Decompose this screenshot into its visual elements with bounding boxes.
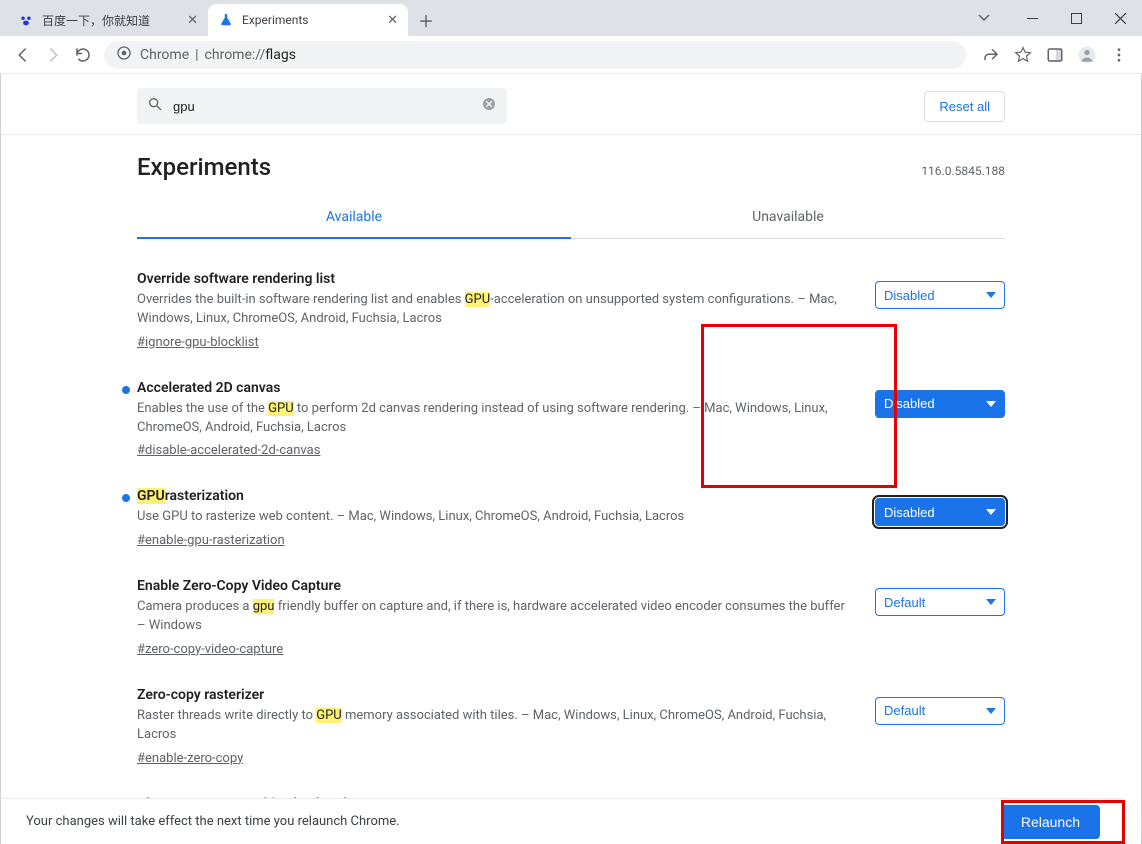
search-icon bbox=[147, 96, 163, 116]
page-title: Experiments bbox=[137, 153, 271, 181]
address-bar[interactable]: Chrome | chrome://flags bbox=[104, 41, 966, 69]
experiment-select[interactable]: Disabled bbox=[875, 390, 1005, 418]
experiment-select[interactable]: Default bbox=[875, 697, 1005, 725]
relaunch-button[interactable]: Relaunch bbox=[1001, 805, 1100, 839]
modified-dot-icon bbox=[122, 494, 130, 502]
url-path: flags bbox=[265, 47, 296, 63]
experiment-title: Override software rendering list bbox=[137, 271, 851, 287]
experiment-control: Default bbox=[875, 687, 1005, 725]
clear-search-icon[interactable] bbox=[481, 96, 497, 116]
reset-all-button[interactable]: Reset all bbox=[924, 91, 1005, 122]
experiment-title: Zero-copy rasterizer bbox=[137, 687, 851, 703]
window-titlebar: 百度一下，你就知道 ✕ Experiments ✕ ＋ bbox=[0, 0, 1142, 36]
experiment-title: Accelerated 2D canvas bbox=[137, 380, 851, 396]
experiment-tabs: Available Unavailable bbox=[137, 197, 1005, 239]
page-content: Reset all Experiments 116.0.5845.188 Ava… bbox=[0, 74, 1142, 844]
experiment-row: GPU rasterization Use GPU to rasterize we… bbox=[137, 476, 1005, 566]
experiment-control: Disabled bbox=[875, 488, 1005, 526]
experiment-row: Override software rendering list Override… bbox=[137, 259, 1005, 368]
experiment-hash-link[interactable]: #enable-gpu-rasterization bbox=[137, 533, 285, 548]
url-separator: | bbox=[195, 47, 198, 63]
profile-avatar-icon[interactable] bbox=[1072, 40, 1102, 70]
experiment-body: Accelerated 2D canvas Enables the use of … bbox=[137, 380, 851, 459]
back-button[interactable] bbox=[8, 40, 38, 70]
forward-button[interactable] bbox=[38, 40, 68, 70]
chevron-down-icon[interactable] bbox=[962, 3, 1006, 33]
experiment-description: Camera produces a gpu friendly buffer on… bbox=[137, 598, 851, 636]
experiment-select[interactable]: Disabled bbox=[875, 281, 1005, 309]
experiment-body: GPU rasterization Use GPU to rasterize we… bbox=[137, 488, 851, 548]
experiment-body: Override software rendering list Override… bbox=[137, 271, 851, 350]
browser-toolbar: Chrome | chrome://flags bbox=[0, 36, 1142, 74]
experiment-title: Enable Zero-Copy Video Capture bbox=[137, 578, 851, 594]
tab-available[interactable]: Available bbox=[137, 197, 571, 239]
experiment-hash-link[interactable]: #disable-accelerated-2d-canvas bbox=[137, 443, 320, 458]
chrome-site-icon bbox=[116, 45, 132, 65]
baidu-favicon-icon bbox=[18, 12, 34, 28]
experiment-control: Disabled bbox=[875, 380, 1005, 418]
experiment-body: Enable Zero-Copy Video Capture Camera pro… bbox=[137, 578, 851, 657]
reload-button[interactable] bbox=[68, 40, 98, 70]
browser-tab-active[interactable]: Experiments ✕ bbox=[208, 4, 408, 36]
experiment-description: Raster threads write directly to GPU mem… bbox=[137, 707, 851, 745]
url-scheme: chrome:// bbox=[205, 47, 266, 63]
experiment-body: Zero-copy rasterizer Raster threads write… bbox=[137, 687, 851, 766]
bookmark-star-icon[interactable] bbox=[1008, 40, 1038, 70]
window-close-button[interactable] bbox=[1098, 3, 1142, 33]
close-icon[interactable]: ✕ bbox=[387, 13, 398, 28]
experiment-control: Disabled bbox=[875, 271, 1005, 309]
tab-title: 百度一下，你就知道 bbox=[42, 12, 181, 29]
experiment-select[interactable]: Disabled bbox=[875, 498, 1005, 526]
experiment-row: Enable Zero-Copy Video Capture Camera pro… bbox=[137, 566, 1005, 675]
experiment-hash-link[interactable]: #zero-copy-video-capture bbox=[137, 642, 283, 657]
experiment-description: Use GPU to rasterize web content. – Mac,… bbox=[137, 508, 851, 527]
relaunch-message: Your changes will take effect the next t… bbox=[26, 814, 400, 829]
flask-favicon-icon bbox=[218, 12, 234, 28]
side-panel-icon[interactable] bbox=[1040, 40, 1070, 70]
chrome-version: 116.0.5845.188 bbox=[921, 164, 1005, 178]
experiment-select[interactable]: Default bbox=[875, 588, 1005, 616]
search-input[interactable] bbox=[173, 99, 481, 114]
tab-unavailable[interactable]: Unavailable bbox=[571, 197, 1005, 239]
experiment-hash-link[interactable]: #ignore-gpu-blocklist bbox=[137, 335, 259, 350]
url-prefix: Chrome bbox=[140, 47, 189, 63]
experiment-control: Default bbox=[875, 578, 1005, 616]
new-tab-button[interactable]: ＋ bbox=[412, 6, 440, 34]
experiment-row: Zero-copy rasterizer Raster threads write… bbox=[137, 675, 1005, 784]
experiment-title: GPU rasterization bbox=[137, 488, 851, 504]
tab-title: Experiments bbox=[242, 13, 381, 27]
modified-dot-icon bbox=[122, 386, 130, 394]
experiments-list: Override software rendering list Override… bbox=[137, 259, 1005, 844]
experiment-row: Accelerated 2D canvas Enables the use of … bbox=[137, 368, 1005, 477]
kebab-menu-icon[interactable] bbox=[1104, 40, 1134, 70]
window-maximize-button[interactable] bbox=[1054, 3, 1098, 33]
relaunch-bar: Your changes will take effect the next t… bbox=[2, 798, 1124, 844]
search-flags-box[interactable] bbox=[137, 88, 507, 124]
share-icon[interactable] bbox=[976, 40, 1006, 70]
experiment-hash-link[interactable]: #enable-zero-copy bbox=[137, 751, 243, 766]
experiment-description: Enables the use of the GPU to perform 2d… bbox=[137, 400, 851, 438]
experiment-description: Overrides the built-in software renderin… bbox=[137, 291, 851, 329]
window-minimize-button[interactable] bbox=[1010, 3, 1054, 33]
close-icon[interactable]: ✕ bbox=[187, 13, 198, 28]
browser-tab-inactive[interactable]: 百度一下，你就知道 ✕ bbox=[8, 4, 208, 36]
